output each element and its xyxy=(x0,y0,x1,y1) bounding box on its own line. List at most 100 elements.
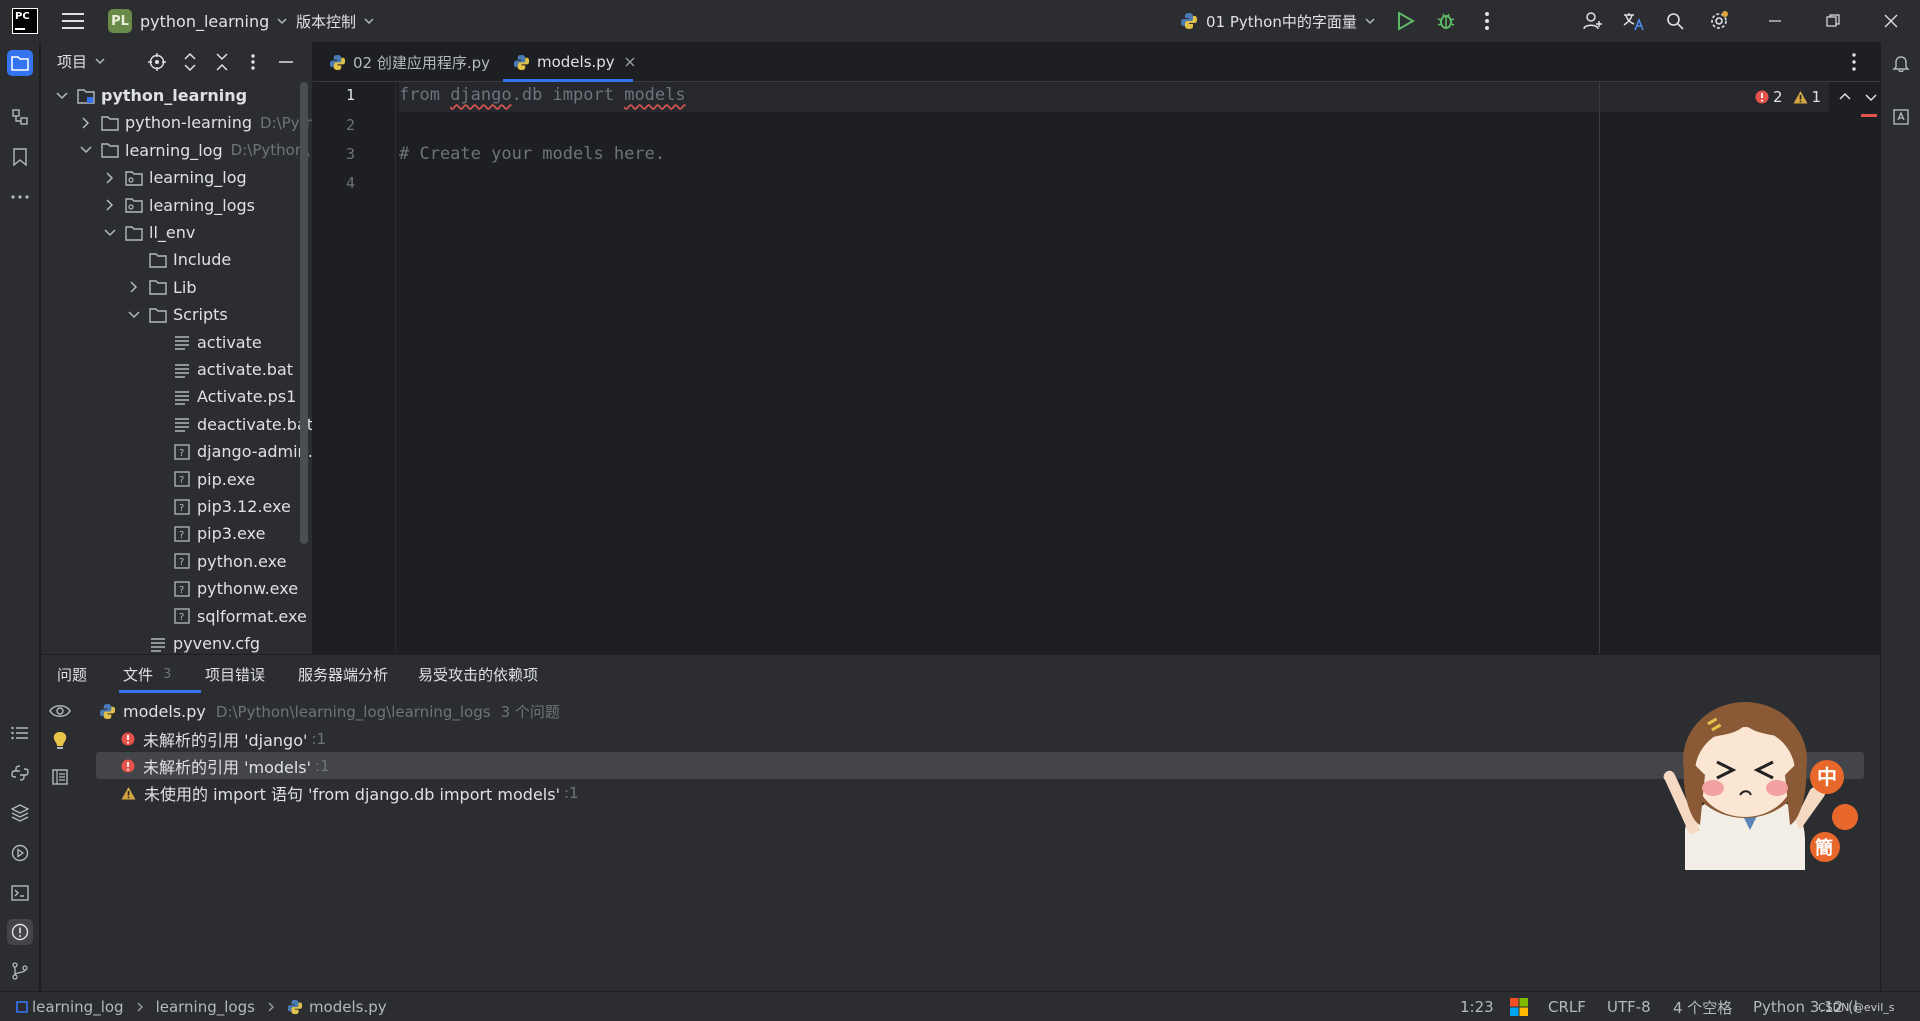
problems-tool-button[interactable] xyxy=(7,919,33,945)
indent-setting[interactable]: 4 个空格 xyxy=(1673,992,1732,1021)
tree-item[interactable]: learning_logs xyxy=(41,192,312,219)
bookmarks-tool-button[interactable] xyxy=(7,144,33,170)
code-line-3[interactable]: # Create your models here. xyxy=(399,144,665,164)
minimize-button[interactable] xyxy=(1768,0,1782,42)
search-button[interactable] xyxy=(1666,0,1684,42)
tree-item[interactable]: ? sqlformat.exe xyxy=(41,603,312,630)
tab-vulnerable-deps[interactable]: 易受攻击的依赖项 xyxy=(418,655,538,693)
chevron-right-icon[interactable] xyxy=(103,198,117,212)
problem-file-row[interactable]: models.py D:\Python\learning_log\learnin… xyxy=(99,698,560,725)
chevron-down-icon[interactable] xyxy=(79,143,93,157)
layers-tool-button[interactable] xyxy=(7,800,33,826)
tree-item[interactable]: ? django-admin.e xyxy=(41,438,312,465)
add-user-button[interactable] xyxy=(1583,0,1603,42)
error-count: 2 xyxy=(1773,88,1783,106)
view-options-button[interactable] xyxy=(52,769,68,785)
chevron-up-icon[interactable] xyxy=(1839,91,1851,103)
tree-item[interactable]: ? pip.exe xyxy=(41,466,312,493)
tab-create-app[interactable]: 02 创建应用程序.py xyxy=(319,42,500,82)
breadcrumb-item[interactable]: models.py xyxy=(309,998,387,1016)
run-config-selector[interactable]: 01 Python中的字面量 xyxy=(1180,0,1375,42)
close-window-button[interactable] xyxy=(1884,0,1898,42)
debug-button[interactable] xyxy=(1436,0,1456,42)
services-tool-button[interactable] xyxy=(7,840,33,866)
tree-item[interactable]: ? python.exe xyxy=(41,548,312,575)
problem-item[interactable]: 未解析的引用 'django' :1 xyxy=(121,725,326,752)
structure-tool-button[interactable] xyxy=(7,104,33,130)
tree-item[interactable]: ? pip3.exe xyxy=(41,520,312,547)
tab-file[interactable]: 文件 3 xyxy=(119,655,201,693)
breadcrumb-item[interactable]: learning_logs xyxy=(156,998,255,1016)
tree-item[interactable]: activate.bat xyxy=(41,356,312,383)
tree-item[interactable]: learning_log D:\Python\ xyxy=(41,137,312,164)
expand-all-button[interactable] xyxy=(183,53,197,71)
project-tool-button[interactable] xyxy=(7,50,33,76)
chevron-right-icon[interactable] xyxy=(103,171,117,185)
app-logo-icon[interactable]: PC xyxy=(12,0,38,42)
tree-item[interactable]: ? pythonw.exe xyxy=(41,575,312,602)
file-encoding[interactable]: UTF-8 xyxy=(1607,992,1651,1021)
vcs-menu[interactable]: 版本控制 xyxy=(296,0,374,42)
windows-logo-icon[interactable] xyxy=(1510,992,1528,1021)
problem-item[interactable]: 未解析的引用 'models' :1 xyxy=(121,752,330,779)
project-scrollbar[interactable] xyxy=(300,82,308,544)
quick-fix-button[interactable] xyxy=(52,731,68,751)
tree-item[interactable]: ? pip3.12.exe xyxy=(41,493,312,520)
error-stripe-marker[interactable] xyxy=(1861,114,1877,117)
tree-item[interactable]: activate xyxy=(41,329,312,356)
chevron-down-icon[interactable] xyxy=(1865,91,1877,103)
preview-toggle-button[interactable] xyxy=(49,703,71,719)
run-button[interactable] xyxy=(1395,0,1415,42)
text-file-icon xyxy=(173,362,197,378)
tree-item[interactable]: pyvenv.cfg xyxy=(41,630,312,654)
hide-panel-button[interactable] xyxy=(278,53,294,71)
tree-item[interactable]: python-learning D:\Pyth xyxy=(41,109,312,136)
caret-position[interactable]: 1:23 xyxy=(1460,992,1494,1021)
ai-assistant-button[interactable] xyxy=(1888,104,1914,130)
tab-project-errors[interactable]: 项目错误 xyxy=(205,655,265,693)
tree-item[interactable]: learning_log xyxy=(41,164,312,191)
todo-tool-button[interactable] xyxy=(7,720,33,746)
terminal-tool-button[interactable] xyxy=(7,880,33,906)
tree-item[interactable]: Scripts xyxy=(41,301,312,328)
tree-item[interactable]: ll_env xyxy=(41,219,312,246)
tab-problems[interactable]: 问题 xyxy=(57,655,87,693)
tree-item[interactable]: Include xyxy=(41,246,312,273)
panel-options-button[interactable] xyxy=(250,53,256,71)
chevron-down-icon[interactable] xyxy=(55,89,69,103)
chevron-right-icon[interactable] xyxy=(79,116,93,130)
tree-item[interactable]: python_learning xyxy=(41,82,312,109)
python-console-button[interactable] xyxy=(7,760,33,786)
chevron-down-icon[interactable] xyxy=(127,308,141,322)
problem-item[interactable]: 未使用的 import 语句 'from django.db import mo… xyxy=(121,779,579,806)
locate-file-button[interactable] xyxy=(148,53,166,71)
folder-icon xyxy=(11,56,29,71)
settings-button[interactable] xyxy=(1709,0,1729,42)
breadcrumb: learning_log learning_logs models.py xyxy=(16,992,387,1021)
tree-item[interactable]: Lib xyxy=(41,274,312,301)
chevron-down-icon[interactable] xyxy=(103,226,117,240)
more-actions-button[interactable] xyxy=(1484,0,1490,42)
text-file-icon xyxy=(173,334,197,350)
tree-item[interactable]: deactivate.bat xyxy=(41,411,312,438)
line-separator[interactable]: CRLF xyxy=(1548,992,1586,1021)
git-tool-button[interactable] xyxy=(7,958,33,984)
notifications-button[interactable] xyxy=(1888,50,1914,76)
restore-button[interactable] xyxy=(1826,0,1840,42)
tab-server-analysis[interactable]: 服务器端分析 xyxy=(298,655,388,693)
code-line-1[interactable]: from django.db import models xyxy=(399,85,686,105)
tree-item[interactable]: Activate.ps1 xyxy=(41,383,312,410)
inspection-widget[interactable]: 2 1 xyxy=(1755,88,1877,106)
main-menu-icon[interactable] xyxy=(62,0,84,42)
breadcrumb-item[interactable]: learning_log xyxy=(32,998,124,1016)
collapse-all-button[interactable] xyxy=(215,53,229,71)
chevron-right-icon[interactable] xyxy=(127,280,141,294)
tree-item-label: python.exe xyxy=(197,551,287,571)
more-tools-button[interactable] xyxy=(7,184,33,210)
editor-tabs-menu-button[interactable] xyxy=(1851,52,1857,72)
tab-models[interactable]: models.py xyxy=(503,42,645,82)
project-view-selector[interactable]: 项目 xyxy=(57,42,105,80)
translate-button[interactable] xyxy=(1623,0,1645,42)
project-switcher[interactable]: PL python_learning xyxy=(108,0,287,42)
close-tab-icon[interactable] xyxy=(625,57,635,67)
